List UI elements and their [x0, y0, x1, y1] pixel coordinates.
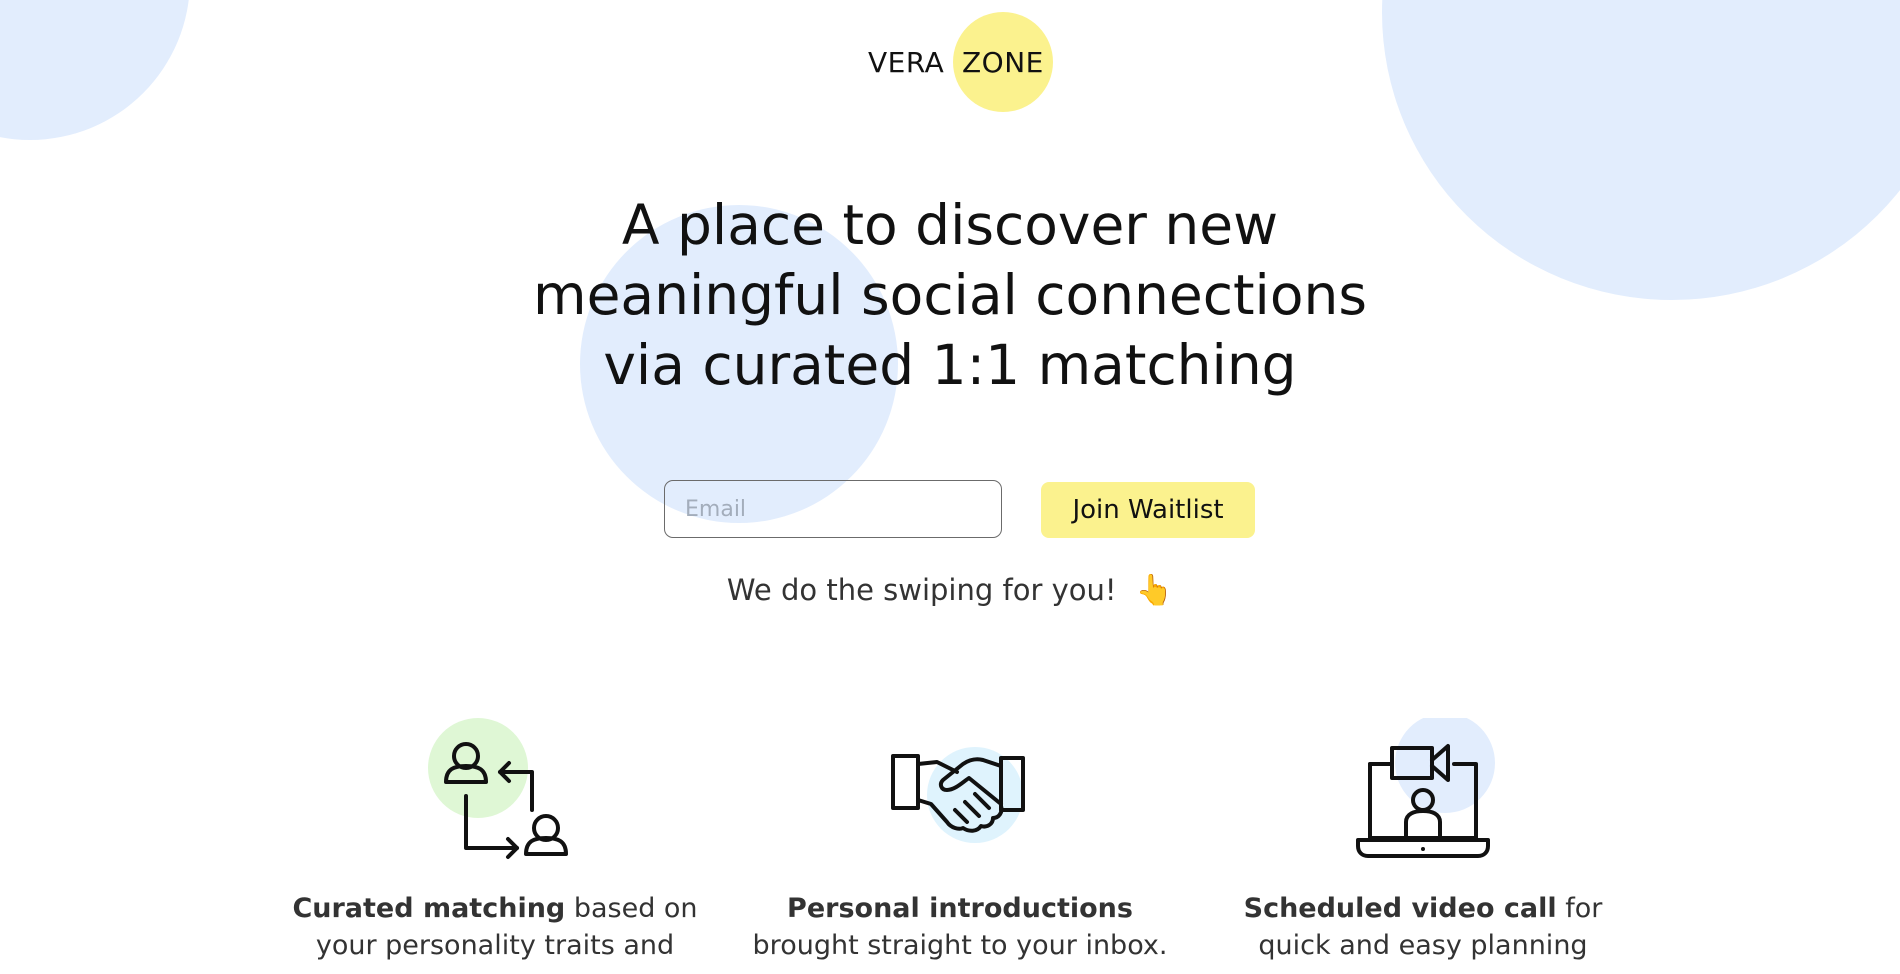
- feature-title-3: Scheduled video call: [1243, 893, 1557, 924]
- headline-line-1: A place to discover new: [621, 193, 1279, 257]
- pointing-hand-icon: 👆: [1135, 573, 1174, 608]
- logo-text-vera: VERA: [868, 46, 945, 79]
- feature-scheduled-video-call: Scheduled video call for quick and easy …: [1203, 718, 1643, 964]
- feature-description-2: Personal introductions brought straight …: [740, 890, 1180, 964]
- waitlist-form: Join Waitlist: [0, 478, 1900, 542]
- feature-title-2: Personal introductions: [787, 893, 1133, 924]
- landing-page: VERA ZONE A place to discover new meanin…: [0, 0, 1900, 974]
- handshake-icon: [885, 718, 1035, 868]
- headline-line-2: meaningful social connections: [533, 263, 1367, 327]
- feature-title-1: Curated matching: [292, 893, 566, 924]
- user-matching-icon: [420, 718, 570, 868]
- feature-line-2-2: brought straight to your inbox.: [752, 930, 1168, 961]
- email-input[interactable]: [664, 480, 1002, 538]
- logo-text-zone: ZONE: [962, 46, 1044, 79]
- video-call-icon: [1348, 718, 1498, 868]
- headline-line-3: via curated 1:1 matching: [603, 333, 1297, 397]
- brand-logo[interactable]: VERA ZONE: [0, 10, 1900, 112]
- feature-line-2-1: your personality traits and: [315, 930, 675, 961]
- feature-personal-introductions: Personal introductions brought straight …: [740, 718, 1180, 964]
- feature-description-1: Curated matching based on your personali…: [292, 893, 698, 961]
- feature-line-2-3: quick and easy planning: [1258, 930, 1588, 961]
- tagline: We do the swiping for you! 👆: [0, 573, 1900, 608]
- feature-description-3: Scheduled video call for quick and easy …: [1243, 893, 1603, 961]
- hero-headline: A place to discover new meaningful socia…: [450, 190, 1450, 400]
- feature-curated-matching: Curated matching based on your personali…: [275, 718, 715, 964]
- join-waitlist-button[interactable]: Join Waitlist: [1041, 482, 1255, 538]
- tagline-text: We do the swiping for you!: [726, 573, 1117, 607]
